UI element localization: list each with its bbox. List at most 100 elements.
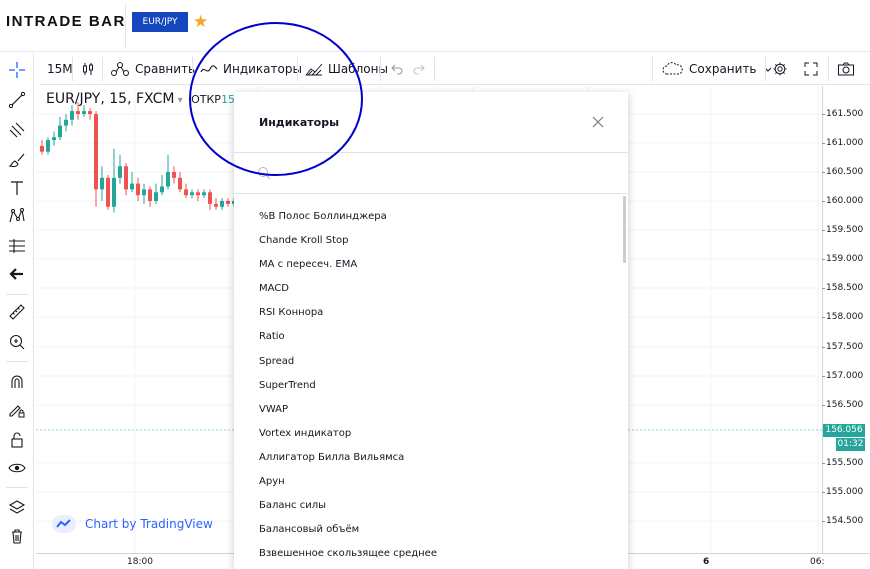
compare-button[interactable]: Сравнить: [110, 53, 195, 85]
templates-button[interactable]: Шаблоны: [305, 53, 388, 85]
candle-body: [136, 183, 140, 196]
candle-body: [142, 189, 146, 196]
screenshot-camera-icon[interactable]: [837, 53, 860, 85]
indicator-item[interactable]: Взвешенное скользящее среднее: [234, 542, 622, 566]
price-tick: [822, 405, 825, 406]
drawing-tools-panel: [0, 53, 34, 569]
candle-body: [172, 172, 176, 178]
templates-icon: [305, 63, 323, 76]
indicators-icon: [200, 65, 218, 73]
price-label: 158.000: [826, 312, 864, 322]
indicator-item[interactable]: %B Полос Боллинджера: [234, 205, 622, 229]
layers-icon[interactable]: [6, 497, 28, 519]
pattern-icon[interactable]: [6, 205, 28, 227]
indicator-item[interactable]: MACD: [234, 277, 622, 301]
settings-gear-icon[interactable]: [772, 53, 793, 85]
time-label: 6: [703, 557, 710, 567]
indicator-search-row: [234, 154, 628, 194]
zoom-in-icon[interactable]: [6, 331, 28, 353]
indicator-list: %B Полос Боллинджера Chande Kroll Stop MA …: [234, 205, 622, 566]
tools-divider-3: [6, 487, 28, 488]
favorite-star-icon[interactable]: ★: [193, 12, 208, 32]
save-button[interactable]: Сохранить: [662, 53, 778, 85]
eye-icon[interactable]: [6, 457, 28, 479]
tradingview-watermark[interactable]: Chart by TradingView: [52, 515, 213, 533]
indicator-item[interactable]: VWAP: [234, 398, 622, 422]
price-label: 161.500: [826, 109, 864, 119]
price-label: 155.500: [826, 458, 864, 468]
candle-body: [64, 119, 68, 126]
price-label: 160.000: [826, 196, 864, 206]
close-icon[interactable]: [590, 114, 606, 130]
candle-body: [160, 186, 164, 193]
text-tool-icon[interactable]: [6, 177, 28, 199]
price-tick: [822, 347, 825, 348]
price-label: 159.500: [826, 225, 864, 235]
fullscreen-icon[interactable]: [803, 53, 824, 85]
candle-body: [178, 177, 182, 190]
indicator-item[interactable]: Vortex индикатор: [234, 422, 622, 446]
indicators-dialog: Индикаторы %B Полос Боллинджера Chande Kr…: [234, 92, 628, 569]
indicator-item[interactable]: Ratio: [234, 325, 622, 349]
unlock-icon[interactable]: [6, 429, 28, 451]
lock-pencil-icon[interactable]: [6, 399, 28, 421]
ruler-icon[interactable]: [6, 301, 28, 323]
price-tick: [822, 376, 825, 377]
price-tick: [822, 521, 825, 522]
undo-icon[interactable]: [390, 53, 409, 85]
interval-button[interactable]: 15M: [47, 53, 73, 85]
pair-selector[interactable]: EUR/JPY: [132, 12, 188, 32]
symbol-label[interactable]: EUR/JPY, 15, FXCM: [46, 91, 174, 107]
tradingview-cloud-icon: [52, 515, 76, 533]
bar-countdown-tag: 01:32: [836, 438, 865, 451]
price-label: 154.500: [826, 516, 864, 526]
candle-body: [118, 166, 122, 178]
indicator-item[interactable]: RSI Коннора: [234, 301, 622, 325]
price-tick: [822, 259, 825, 260]
chart-legend: EUR/JPY, 15, FXCM ▾ ОТКР155: [46, 91, 242, 107]
indicator-item[interactable]: Баланс силы: [234, 494, 622, 518]
indicator-item[interactable]: SuperTrend: [234, 374, 622, 398]
tools-divider: [6, 294, 28, 295]
compare-icon: [111, 62, 129, 76]
toolbar-divider: [72, 57, 73, 81]
candle-body: [220, 201, 224, 207]
trash-icon[interactable]: [6, 525, 28, 547]
magnet-icon[interactable]: [6, 371, 28, 393]
toolbar-divider: [765, 57, 766, 81]
indicator-item[interactable]: MA с пересеч. EMA: [234, 253, 622, 277]
toolbar-divider: [380, 57, 381, 81]
price-tick: [822, 288, 825, 289]
price-label: 158.500: [826, 283, 864, 293]
toolbar-divider: [652, 57, 653, 81]
indicator-item[interactable]: Аллигатор Билла Вильямса: [234, 446, 622, 470]
prediction-icon[interactable]: [6, 235, 28, 257]
cloud-icon: [662, 62, 683, 75]
trend-line-icon[interactable]: [6, 89, 28, 111]
brush-icon[interactable]: [6, 149, 28, 171]
indicators-button[interactable]: Индикаторы: [200, 53, 302, 85]
toolbar-divider: [102, 57, 103, 81]
candle-body: [40, 145, 44, 152]
fib-tools-icon[interactable]: [6, 119, 28, 141]
redo-icon[interactable]: [412, 53, 431, 85]
indicator-search-input[interactable]: [279, 162, 609, 186]
price-tick: [822, 492, 825, 493]
crosshair-icon[interactable]: [6, 59, 28, 81]
chart-toolbar: 15M Сравнить Индикаторы Шаблоны Сохранит…: [40, 53, 870, 85]
indicator-item[interactable]: Chande Kroll Stop: [234, 229, 622, 253]
candle-body: [100, 177, 104, 190]
list-scrollbar[interactable]: [623, 196, 626, 263]
candle-body: [202, 192, 206, 196]
candlestick-series: [40, 102, 236, 213]
indicator-item[interactable]: Арун: [234, 470, 622, 494]
indicator-item[interactable]: Балансовый объём: [234, 518, 622, 542]
back-arrow-icon[interactable]: [6, 263, 28, 285]
candle-body: [106, 177, 110, 207]
candle-body: [226, 201, 230, 204]
candle-body: [112, 177, 116, 207]
price-label: 157.000: [826, 371, 864, 381]
candle-style-icon[interactable]: [80, 53, 101, 85]
price-label: 160.500: [826, 167, 864, 177]
indicator-item[interactable]: Spread: [234, 350, 622, 374]
